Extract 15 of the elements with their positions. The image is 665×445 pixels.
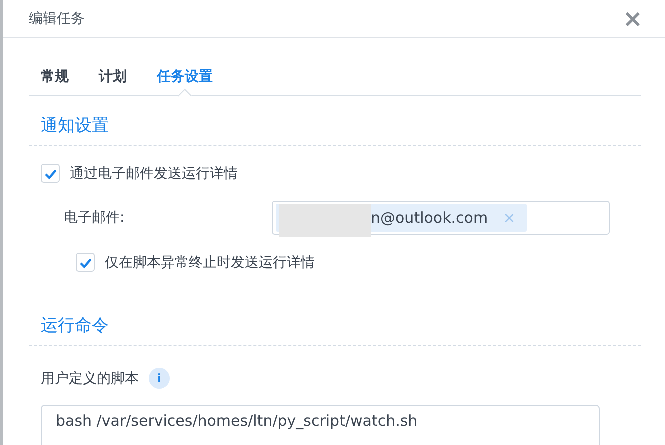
script-text: bash /var/services/homes/ltn/py_script/watch.sh bbox=[56, 412, 418, 430]
section-heading: 运行命令 bbox=[41, 316, 109, 336]
tab[interactable]: 常规 bbox=[29, 58, 81, 95]
tab[interactable]: 计划 bbox=[87, 58, 139, 95]
section-heading: 通知设置 bbox=[41, 116, 109, 136]
email-address: n@outlook.com bbox=[371, 209, 488, 227]
email-field[interactable]: n@outlook.com × bbox=[272, 201, 610, 235]
checkbox-label: 通过电子邮件发送运行详情 bbox=[70, 164, 238, 182]
checkbox-label: 仅在脚本异常终止时发送运行详情 bbox=[105, 254, 315, 272]
checkbox[interactable] bbox=[41, 164, 60, 183]
field-label: 电子邮件: bbox=[64, 209, 126, 227]
window-title: 编辑任务 bbox=[29, 10, 85, 28]
script-field[interactable]: bash /var/services/homes/ltn/py_script/watch.sh bbox=[41, 405, 600, 445]
checkbox[interactable] bbox=[76, 253, 95, 272]
field-label: 用户定义的脚本 bbox=[41, 370, 139, 388]
